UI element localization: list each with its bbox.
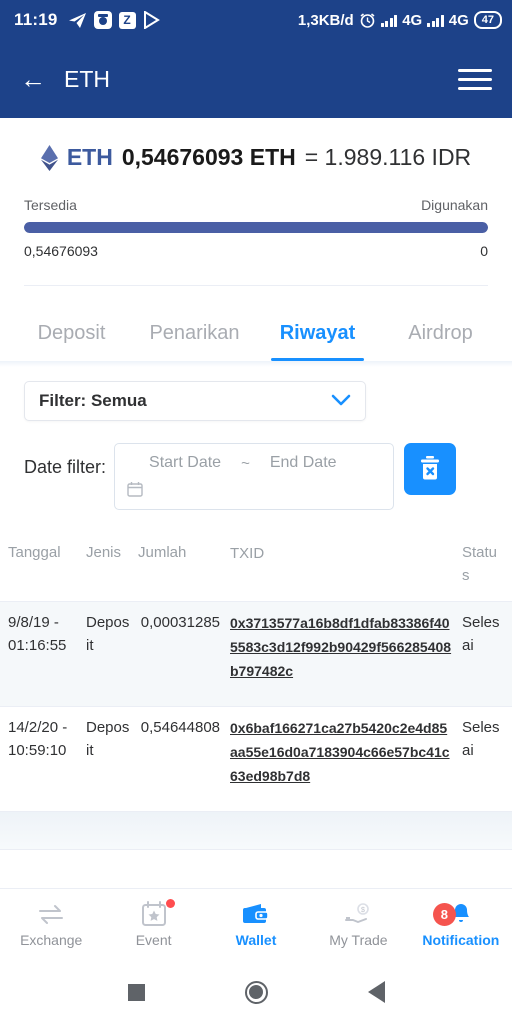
balance-bar-values: 0,54676093 0: [24, 243, 488, 259]
balance-symbol: ETH: [66, 144, 113, 170]
divider: [24, 285, 488, 286]
balance-fiat-equivalent: = 1.989.116 IDR: [304, 144, 472, 170]
cell-txid[interactable]: 0x3713577a16b8df1dfab83386f405583c3d12f9…: [230, 612, 462, 684]
square-recents-icon[interactable]: [127, 983, 145, 1001]
table-footer-strip: [0, 812, 512, 850]
column-header-type: Jenis: [86, 544, 122, 561]
calendar-icon: [127, 481, 143, 501]
tab-bar: Deposit Penarikan Riwayat Airdrop: [0, 304, 512, 361]
status-bar-notification-icons: Z: [68, 11, 160, 29]
tab-riwayat[interactable]: Riwayat: [256, 304, 379, 361]
notification-badge: 8: [432, 903, 456, 926]
network-speed-label: 1,3KB/d: [297, 11, 354, 29]
balance-card: ETH 0,54676093 ETH = 1.989.116 IDR Terse…: [0, 118, 512, 304]
bottom-navigation: Exchange Event Wallet $ My Trade 8 Notif…: [0, 888, 512, 960]
telegram-icon: [68, 12, 87, 29]
available-label: Tersedia: [24, 197, 77, 213]
clear-date-filter-button[interactable]: [404, 443, 457, 495]
balance-bar-labels: Tersedia Digunakan: [24, 197, 488, 213]
cell-type: Deposit: [86, 719, 130, 759]
hand-coin-icon: $: [344, 901, 372, 927]
tab-airdrop[interactable]: Airdrop: [379, 304, 502, 361]
nav-item-notification[interactable]: 8 Notification: [410, 901, 512, 948]
table-row[interactable]: 9/8/19 - 01:16:55 Deposit 0,00031285 0x3…: [0, 602, 512, 707]
txid-link[interactable]: 0x3713577a16b8df1dfab83386f405583c3d12f9…: [230, 615, 451, 679]
nav-item-wallet[interactable]: Wallet: [205, 901, 307, 948]
bell-icon: 8: [432, 901, 473, 927]
alarm-icon: [359, 12, 376, 29]
calendar-star-icon: [141, 899, 175, 927]
txid-link[interactable]: 0x6baf166271ca27b5420c2e4d85aa55e16d0a71…: [230, 720, 450, 784]
hamburger-menu-icon[interactable]: [458, 63, 492, 96]
nav-label-wallet: Wallet: [235, 932, 277, 948]
nav-label-exchange: Exchange: [20, 932, 83, 948]
date-range-input[interactable]: Start Date ~ End Date: [114, 443, 395, 510]
tab-deposit[interactable]: Deposit: [10, 304, 133, 361]
nav-label-event: Event: [135, 932, 172, 948]
balance-amount: 0,54676093 ETH: [121, 144, 296, 170]
app-z-icon: Z: [118, 11, 136, 29]
cell-date: 9/8/19 - 01:16:55: [8, 614, 67, 654]
chevron-down-icon: [331, 391, 351, 411]
app-bar: ← ETH: [0, 40, 512, 118]
balance-headline: ETH 0,54676093 ETH = 1.989.116 IDR: [24, 144, 488, 171]
table-header-row: Tanggal Jenis Jumlah TXID Status: [0, 532, 512, 602]
nav-label-notification: Notification: [422, 932, 500, 948]
used-label: Digunakan: [421, 197, 488, 213]
date-range-separator: ~: [241, 454, 250, 472]
filters-section: Filter: Semua Date filter: Start Date ~ …: [0, 367, 512, 510]
date-filter-label: Date filter:: [24, 457, 107, 477]
svg-text:$: $: [361, 907, 365, 914]
signal-bars-icon: [380, 14, 398, 27]
column-header-amount: Jumlah: [138, 544, 187, 561]
cell-type: Deposit: [86, 614, 130, 654]
column-header-txid: TXID: [230, 545, 265, 562]
exchange-arrows-icon: [37, 901, 65, 927]
table-row[interactable]: 14/2/20 - 10:59:10 Deposit 0,54644808 0x…: [0, 707, 512, 812]
status-bar: 11:19 Z 1,3KB/d 4G 4G 47: [0, 0, 512, 40]
network-type-2-label: 4G: [448, 11, 469, 29]
status-bar-clock: 11:19: [14, 10, 58, 29]
status-bar-system-icons: 1,3KB/d 4G 4G 47: [298, 11, 502, 29]
filter-select-value: Filter: Semua: [39, 391, 147, 410]
date-filter-row: Date filter: Start Date ~ End Date: [24, 443, 488, 510]
triangle-back-icon[interactable]: [367, 981, 385, 1003]
tab-penarikan[interactable]: Penarikan: [133, 304, 256, 361]
column-header-status: Status: [462, 544, 498, 584]
filter-select[interactable]: Filter: Semua: [24, 381, 366, 421]
start-date-placeholder: Start Date: [149, 454, 222, 471]
circle-home-icon[interactable]: [244, 980, 268, 1004]
balance-progress-fill: [24, 222, 488, 233]
page-title: ETH: [64, 65, 110, 92]
signal-bars-icon: [427, 14, 444, 27]
wallet-icon: [242, 901, 270, 927]
network-type-1-label: 4G: [402, 11, 423, 29]
cell-txid[interactable]: 0x6baf166271ca27b5420c2e4d85aa55e16d0a71…: [230, 717, 462, 789]
cell-amount: 0,54644808: [140, 719, 220, 736]
ethereum-diamond-icon: [40, 144, 58, 171]
table-header: Tanggal Jenis Jumlah TXID Status: [0, 532, 512, 602]
android-navigation-bar: [0, 960, 512, 1024]
nav-item-event[interactable]: Event: [102, 899, 204, 948]
trash-delete-icon: [418, 455, 442, 484]
balance-progress-bar: [24, 222, 488, 233]
play-store-icon: [143, 11, 160, 29]
table-body: 9/8/19 - 01:16:55 Deposit 0,00031285 0x3…: [0, 602, 512, 850]
column-header-date: Tanggal: [8, 544, 61, 561]
available-value: 0,54676093: [24, 243, 98, 259]
app-badge-icon: [93, 11, 112, 29]
back-arrow-icon[interactable]: ←: [20, 66, 46, 92]
cell-date: 14/2/20 - 10:59:10: [8, 719, 68, 759]
used-value: 0: [480, 243, 488, 259]
history-table: Tanggal Jenis Jumlah TXID Status 9/8/19 …: [0, 532, 512, 850]
cell-status: Selesai: [462, 614, 500, 654]
end-date-placeholder: End Date: [269, 454, 337, 471]
nav-label-my-trade: My Trade: [329, 932, 388, 948]
nav-item-my-trade[interactable]: $ My Trade: [307, 901, 409, 948]
cell-amount: 0,00031285: [140, 614, 220, 631]
cell-status: Selesai: [462, 719, 500, 759]
event-new-dot: [165, 899, 175, 908]
nav-item-exchange[interactable]: Exchange: [0, 901, 102, 948]
battery-icon: 47: [473, 11, 502, 29]
